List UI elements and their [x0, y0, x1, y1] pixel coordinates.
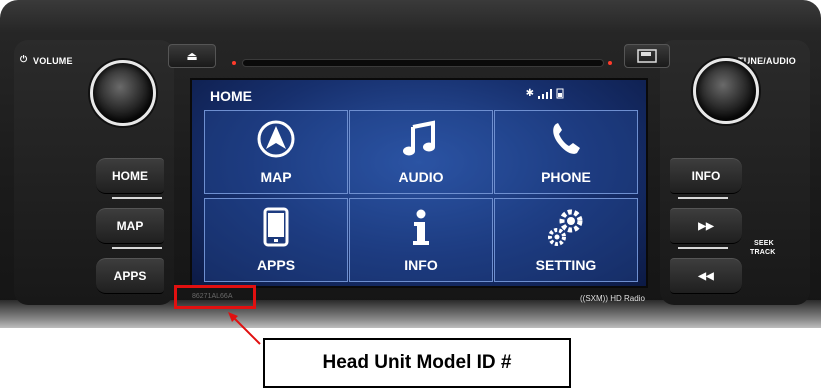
seek-forward-button[interactable]: ▶▶: [670, 208, 742, 244]
divider: [112, 247, 162, 249]
screen-title: HOME: [210, 88, 252, 104]
tile-info-label: INFO: [404, 257, 438, 273]
apps-hard-button[interactable]: APPS: [96, 258, 164, 294]
navigation-arrow-icon: [257, 120, 295, 158]
phone-icon: [553, 123, 580, 154]
info-hard-button-label: INFO: [691, 169, 721, 183]
tile-audio[interactable]: AUDIO: [349, 110, 493, 194]
tune-audio-knob[interactable]: [693, 58, 759, 124]
indicator-light-right: [608, 61, 612, 65]
tile-map[interactable]: MAP: [204, 110, 348, 194]
divider: [112, 197, 162, 199]
tablet-icon: [263, 207, 289, 247]
bluetooth-icon: ✱: [525, 88, 534, 99]
music-note-icon: [403, 120, 435, 156]
radio-logo: ((SXM)) HD Radio: [580, 294, 645, 303]
power-icon: ⏻: [20, 54, 28, 64]
home-hard-button-label: HOME: [112, 169, 148, 183]
fast-forward-icon: ▶▶: [698, 220, 714, 232]
sd-card-slot[interactable]: [624, 44, 670, 68]
volume-label: VOLUME: [33, 56, 73, 66]
eject-icon: ⏏: [186, 49, 198, 63]
indicator-light-left: [232, 61, 236, 65]
eject-button[interactable]: ⏏: [168, 44, 216, 68]
touchscreen: HOME ✱ MAP AUDIO PHONE APPS INFO SETTING: [190, 78, 648, 288]
rewind-icon: ◀◀: [698, 270, 714, 282]
tile-apps[interactable]: APPS: [204, 198, 348, 282]
disc-slot: [242, 59, 604, 67]
tile-phone-label: PHONE: [541, 169, 591, 185]
divider: [678, 197, 728, 199]
seek-label: SEEK: [754, 240, 774, 247]
track-label: TRACK: [750, 249, 776, 256]
tile-setting[interactable]: SETTING: [494, 198, 638, 282]
seek-back-button[interactable]: ◀◀: [670, 258, 742, 294]
gears-icon: [548, 209, 583, 246]
home-hard-button[interactable]: HOME: [96, 158, 164, 194]
signal-strength-icon: [538, 88, 552, 99]
tile-audio-label: AUDIO: [398, 169, 444, 185]
tile-map-label: MAP: [260, 169, 292, 185]
model-id-highlight-box: [174, 285, 256, 309]
map-hard-button[interactable]: MAP: [96, 208, 164, 244]
info-hard-button[interactable]: INFO: [670, 158, 742, 194]
tile-apps-label: APPS: [256, 257, 296, 273]
info-icon: [413, 209, 429, 245]
sd-card-icon: [637, 49, 657, 63]
divider: [678, 247, 728, 249]
callout-label: Head Unit Model ID #: [263, 338, 571, 388]
volume-knob[interactable]: [90, 60, 156, 126]
tile-info[interactable]: INFO: [349, 198, 493, 282]
apps-hard-button-label: APPS: [113, 269, 147, 283]
tile-phone[interactable]: PHONE: [494, 110, 638, 194]
callout-text: Head Unit Model ID #: [322, 352, 512, 373]
battery-icon: [556, 88, 564, 99]
map-hard-button-label: MAP: [116, 219, 144, 233]
tile-setting-label: SETTING: [535, 257, 597, 273]
status-icons: ✱: [526, 88, 564, 99]
